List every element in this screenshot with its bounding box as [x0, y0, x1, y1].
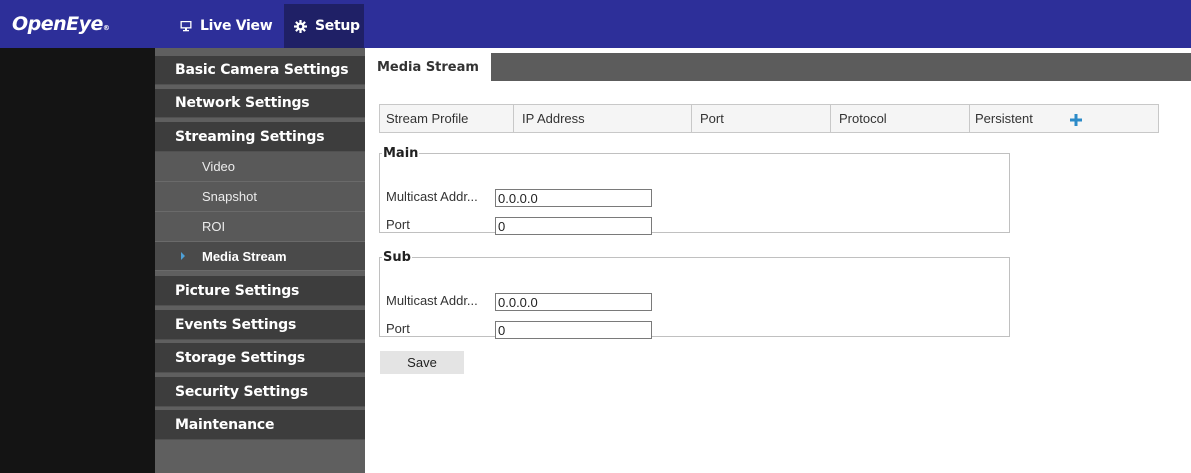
- sidebar-item-label: Storage Settings: [175, 349, 306, 366]
- tab-media-stream[interactable]: Media Stream: [365, 53, 491, 82]
- sidebar-item-label: ROI: [202, 219, 226, 234]
- sidebar-item-network-settings[interactable]: Network Settings: [155, 89, 365, 118]
- sidebar-item-label: Basic Camera Settings: [175, 62, 349, 78]
- main-group-legend: Main: [383, 146, 419, 161]
- sub-multicast-address-input[interactable]: [495, 293, 652, 311]
- main-port-input[interactable]: [495, 217, 652, 235]
- main-stream-group: Main Multicast Addr... Port: [379, 146, 1010, 235]
- column-header-label: Stream Profile: [386, 111, 469, 126]
- tab-media-stream-label: Media Stream: [377, 60, 479, 75]
- tab-setup-label: Setup: [315, 18, 360, 34]
- main-multicast-address-input[interactable]: [495, 189, 652, 207]
- column-header-label: Protocol: [839, 111, 887, 126]
- save-button[interactable]: Save: [380, 351, 464, 374]
- sidebar-item-basic-camera-settings[interactable]: Basic Camera Settings: [155, 56, 365, 85]
- sidebar-item-label: Events Settings: [175, 316, 297, 333]
- sidebar-item-label: Network Settings: [175, 95, 310, 111]
- sidebar-item-security-settings[interactable]: Security Settings: [155, 377, 365, 407]
- column-header-stream-profile: Stream Profile: [380, 105, 514, 132]
- main-multicast-label: Multicast Addr...: [386, 189, 478, 204]
- table-right-border: [1158, 105, 1159, 132]
- tab-live-view-label: Live View: [200, 18, 273, 34]
- sidebar-item-label: Snapshot: [202, 189, 257, 204]
- top-navigation-bar: OpenEye® Live View Setup: [0, 0, 1191, 48]
- sub-stream-group: Sub Multicast Addr... Port: [379, 250, 1010, 339]
- column-header-ip-address: IP Address: [514, 105, 692, 132]
- sub-group-legend: Sub: [383, 250, 411, 265]
- tab-setup[interactable]: Setup: [284, 4, 364, 48]
- stream-table-header: Stream Profile IP Address Port Protocol …: [379, 104, 1159, 133]
- sub-multicast-label: Multicast Addr...: [386, 293, 478, 308]
- sidebar-item-label: Security Settings: [175, 383, 308, 400]
- column-header-persistent: Persistent: [970, 105, 1060, 132]
- sidebar-item-label: Media Stream: [202, 248, 287, 264]
- plus-icon: [1070, 108, 1082, 130]
- sidebar-item-storage-settings[interactable]: Storage Settings: [155, 343, 365, 373]
- sub-port-input[interactable]: [495, 321, 652, 339]
- sidebar-item-maintenance[interactable]: Maintenance: [155, 410, 365, 440]
- sidebar-item-label: Maintenance: [175, 416, 275, 433]
- main-port-label: Port: [386, 217, 410, 232]
- sidebar-subitem-snapshot[interactable]: Snapshot: [155, 182, 365, 212]
- column-header-label: Persistent: [975, 111, 1033, 126]
- sidebar-item-label: Picture Settings: [175, 282, 300, 299]
- column-header-label: Port: [700, 111, 724, 126]
- gear-icon: [294, 19, 307, 33]
- sub-port-label: Port: [386, 321, 410, 336]
- sidebar-item-streaming-settings[interactable]: Streaming Settings: [155, 122, 365, 152]
- sidebar-subitem-roi[interactable]: ROI: [155, 212, 365, 242]
- monitor-icon: [180, 20, 192, 32]
- settings-sidebar: Basic Camera Settings Network Settings S…: [155, 48, 365, 473]
- column-header-protocol: Protocol: [831, 105, 970, 132]
- column-header-port: Port: [692, 105, 831, 132]
- sidebar-item-label: Streaming Settings: [175, 128, 325, 145]
- tab-live-view[interactable]: Live View: [166, 4, 284, 48]
- brand-logo: OpenEye®: [12, 6, 110, 42]
- sidebar-item-picture-settings[interactable]: Picture Settings: [155, 276, 365, 306]
- sidebar-item-label: Video: [202, 159, 236, 174]
- sidebar-item-events-settings[interactable]: Events Settings: [155, 310, 365, 340]
- left-blank-panel: [0, 48, 155, 473]
- active-arrow-icon: [181, 252, 185, 260]
- logo-text: OpenEye: [12, 13, 103, 35]
- sidebar-subitem-video[interactable]: Video: [155, 152, 365, 182]
- column-header-label: IP Address: [522, 111, 585, 126]
- sidebar-subitem-media-stream[interactable]: Media Stream: [155, 242, 365, 271]
- registered-mark: ®: [102, 24, 110, 32]
- add-stream-button[interactable]: [1070, 105, 1160, 132]
